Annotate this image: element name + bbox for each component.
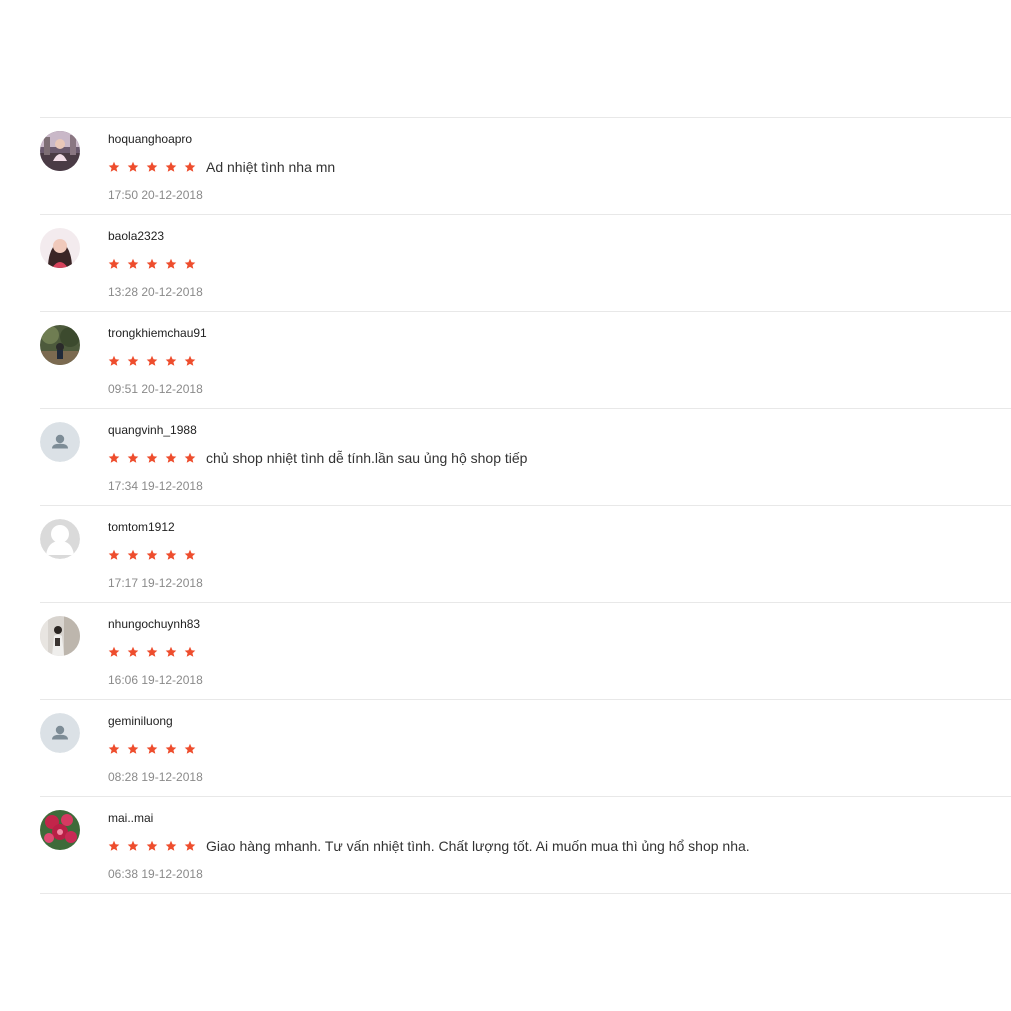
star-rating [108, 452, 203, 464]
star-icon [146, 355, 158, 367]
star-icon [108, 355, 120, 367]
star-icon [127, 646, 139, 658]
star-rating [108, 646, 203, 658]
star-icon [165, 743, 177, 755]
star-icon [108, 258, 120, 270]
star-icon [108, 549, 120, 561]
star-icon [127, 452, 139, 464]
star-icon [146, 452, 158, 464]
review-timestamp: 17:50 20-12-2018 [108, 188, 203, 202]
star-icon [108, 161, 120, 173]
star-icon [165, 355, 177, 367]
review-comment: chủ shop nhiệt tình dễ tính.lần sau ủng … [206, 450, 528, 466]
star-icon [108, 743, 120, 755]
photo-person-outdoor-icon[interactable] [40, 131, 80, 171]
review-author[interactable]: geminiluong [108, 714, 173, 728]
rating-row: chủ shop nhiệt tình dễ tính.lần sau ủng … [108, 449, 527, 467]
star-icon [184, 258, 196, 270]
star-icon [146, 646, 158, 658]
star-icon [127, 743, 139, 755]
review-author[interactable]: hoquanghoapro [108, 132, 192, 146]
star-icon [146, 743, 158, 755]
star-icon [165, 161, 177, 173]
blank-silhouette-icon[interactable] [40, 519, 80, 559]
rating-row [108, 255, 203, 273]
star-icon [108, 646, 120, 658]
star-icon [184, 646, 196, 658]
review-item: tomtom1912 17:17 19-12-2018 [40, 506, 1011, 603]
star-icon [127, 161, 139, 173]
review-item: nhungochuynh83 16:06 19-12-2018 [40, 603, 1011, 700]
star-icon [165, 549, 177, 561]
star-icon [127, 549, 139, 561]
review-timestamp: 08:28 19-12-2018 [108, 770, 203, 784]
review-item: baola2323 13:28 20-12-2018 [40, 215, 1011, 312]
review-timestamp: 16:06 19-12-2018 [108, 673, 203, 687]
star-icon [165, 840, 177, 852]
review-author[interactable]: nhungochuynh83 [108, 617, 200, 631]
star-icon [184, 840, 196, 852]
star-icon [146, 840, 158, 852]
rating-row [108, 352, 203, 370]
review-timestamp: 17:34 19-12-2018 [108, 479, 203, 493]
default-user-icon[interactable] [40, 422, 80, 462]
review-item: mai..mai Giao hàng mhanh. Tư vấn nhiệt tì… [40, 797, 1011, 894]
star-icon [127, 840, 139, 852]
review-item: geminiluong 08:28 19-12-2018 [40, 700, 1011, 797]
review-timestamp: 06:38 19-12-2018 [108, 867, 203, 881]
review-comment: Giao hàng mhanh. Tư vấn nhiệt tình. Chất… [206, 838, 750, 854]
star-icon [184, 549, 196, 561]
star-rating [108, 549, 203, 561]
rating-row: Ad nhiệt tình nha mn [108, 158, 335, 176]
rating-row [108, 740, 203, 758]
photo-flowers-icon[interactable] [40, 810, 80, 850]
star-icon [184, 161, 196, 173]
rating-row: Giao hàng mhanh. Tư vấn nhiệt tình. Chất… [108, 837, 750, 855]
review-timestamp: 09:51 20-12-2018 [108, 382, 203, 396]
star-icon [184, 743, 196, 755]
star-icon [165, 452, 177, 464]
review-list: hoquanghoapro Ad nhiệt tình nha mn 17:50 2… [40, 117, 1011, 894]
star-icon [127, 258, 139, 270]
star-icon [108, 452, 120, 464]
review-author[interactable]: mai..mai [108, 811, 153, 825]
review-item: hoquanghoapro Ad nhiệt tình nha mn 17:50 2… [40, 118, 1011, 215]
star-icon [146, 161, 158, 173]
photo-nature-icon[interactable] [40, 325, 80, 365]
review-comment: Ad nhiệt tình nha mn [206, 159, 336, 175]
review-item: quangvinh_1988 chủ shop nhiệt tình dễ tín… [40, 409, 1011, 506]
star-icon [108, 840, 120, 852]
star-icon [165, 646, 177, 658]
review-timestamp: 17:17 19-12-2018 [108, 576, 203, 590]
star-icon [127, 355, 139, 367]
star-rating [108, 161, 203, 173]
review-author[interactable]: baola2323 [108, 229, 164, 243]
star-icon [184, 355, 196, 367]
photo-girl-portrait-icon[interactable] [40, 228, 80, 268]
star-icon [184, 452, 196, 464]
review-author[interactable]: trongkhiemchau91 [108, 326, 207, 340]
review-author[interactable]: tomtom1912 [108, 520, 175, 534]
star-icon [146, 258, 158, 270]
star-icon [165, 258, 177, 270]
star-rating [108, 258, 203, 270]
star-rating [108, 840, 203, 852]
star-icon [146, 549, 158, 561]
photo-person-indoor-icon[interactable] [40, 616, 80, 656]
review-item: trongkhiemchau91 09:51 20-12-2018 [40, 312, 1011, 409]
star-rating [108, 743, 203, 755]
review-timestamp: 13:28 20-12-2018 [108, 285, 203, 299]
star-rating [108, 355, 203, 367]
review-author[interactable]: quangvinh_1988 [108, 423, 197, 437]
default-user-icon[interactable] [40, 713, 80, 753]
rating-row [108, 546, 203, 564]
rating-row [108, 643, 203, 661]
